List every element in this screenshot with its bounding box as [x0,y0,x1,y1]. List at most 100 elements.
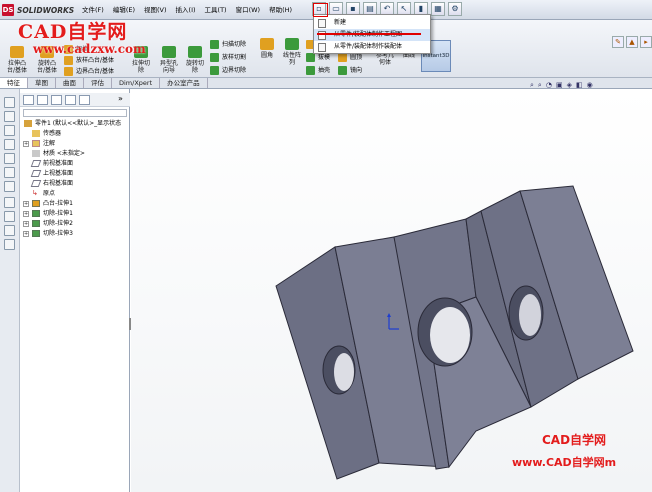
expand-toggle[interactable]: + [23,201,29,207]
plane-icon [30,170,42,177]
hole-wizard-button[interactable]: 异型孔 向导 [156,46,182,74]
feature-manager-tab-icon[interactable] [23,95,34,105]
sketch-icon[interactable] [4,111,15,122]
property-manager-tab-icon[interactable] [37,95,48,105]
shell-button[interactable]: 抽壳 [306,65,330,76]
loft-icon [64,56,73,65]
expand-toggle[interactable]: + [23,231,29,237]
expand-chevron-icon[interactable]: » [118,94,123,103]
linear-pattern-button[interactable]: 线性阵 列 [280,38,304,66]
tree-item-label: 注解 [43,140,56,147]
plane-icon [30,180,42,187]
left-hole-inner [334,353,354,391]
tree-item-label: 切除-拉伸1 [43,210,73,217]
expand-toggle[interactable]: + [23,211,29,217]
material-icon [32,150,40,157]
watermark-url: www.cadzxw.com [33,42,146,56]
center-hole-inner [430,307,470,363]
revolved-cut-icon [188,46,202,58]
view-orientation-icon[interactable]: ◈ [567,81,572,93]
zoom-area-icon[interactable]: ⌕ [538,81,542,93]
mirror-button[interactable]: 镜向 [338,65,362,76]
tab-dimxpert[interactable]: Dim/Xpert [112,78,161,88]
configuration-manager-tab-icon[interactable] [51,95,62,105]
highlight-underline [317,33,421,35]
tab-sketch[interactable]: 草图 [28,78,56,88]
dimxpert-manager-tab-icon[interactable] [65,95,76,105]
menu-item-new[interactable]: 新建 [314,17,430,29]
tab-evaluate[interactable]: 评估 [84,78,112,88]
options-gear-icon[interactable]: ⚙ [448,2,462,16]
expand-toggle[interactable]: + [23,221,29,227]
left-toolbar-strip [0,89,20,492]
arc-icon[interactable] [4,181,15,192]
circle-icon[interactable] [4,167,15,178]
tree-item-label: 上视基准面 [43,170,74,177]
boundary-boss-button[interactable]: 边界凸台/基体 [64,66,114,77]
shell-icon [306,66,315,75]
mirror-entities-icon[interactable] [4,225,15,236]
boundary-cut-icon [210,66,219,75]
menu-help[interactable]: 帮助(H) [269,4,292,17]
menu-item-label: 从零件/装配体制作装配体 [334,43,403,50]
button-label: 边界切除 [222,67,247,74]
previous-view-icon[interactable]: ◔ [546,81,552,93]
menu-window[interactable]: 窗口(W) [236,4,261,17]
tab-features[interactable]: 特征 [0,78,28,88]
highlight-box [313,3,328,17]
mirror-icon [338,66,347,75]
view-orientation-icon[interactable] [4,97,15,108]
lofted-cut-button[interactable]: 放样切割 [210,52,246,63]
heads-up-view-toolbar: ⌕ ⌕ ◔ ▣ ◈ ◧ ◉ [530,81,597,93]
menu-edit[interactable]: 编辑(E) [113,4,135,17]
smart-dimension-icon[interactable] [4,125,15,136]
menu-insert[interactable]: 插入(I) [176,4,196,17]
draft-icon [306,53,315,62]
right-toolbar: ✎ ▲ ▸ [612,36,652,50]
boundary-cut-button[interactable]: 边界切除 [210,65,246,76]
display-manager-tab-icon[interactable] [79,95,90,105]
warning-icon[interactable]: ▲ [626,36,638,48]
tree-filter-input[interactable] [23,109,127,117]
display-style-icon[interactable]: ◧ [576,81,583,93]
line-icon[interactable] [4,139,15,150]
file-properties-icon[interactable]: ▦ [431,2,445,16]
spline-icon[interactable] [4,197,15,208]
trim-icon[interactable] [4,211,15,222]
button-label: 圆角 [260,52,273,59]
rectangle-icon[interactable] [4,153,15,164]
tree-item-label: 传感器 [43,130,62,137]
assembly-icon [318,43,326,52]
extruded-boss-button[interactable]: 拉伸凸 台/基体 [4,46,30,74]
menu-tools[interactable]: 工具(T) [205,4,227,17]
tree-item-label: 凸台-拉伸1 [43,200,73,207]
tab-office-products[interactable]: 办公室产品 [160,78,208,88]
tree-item-label: 前视基准面 [43,160,74,167]
menu-item-make-drawing[interactable]: 从零件/装配体制作工程图 [314,29,430,41]
fillet-button[interactable]: 圆角 [256,38,278,59]
watermark-bottom-title: CAD自学网 [542,433,607,447]
menu-view[interactable]: 视图(V) [144,4,167,17]
linear-pattern-icon [285,38,299,50]
swept-cut-button[interactable]: 扫描切除 [210,39,246,50]
section-view-icon[interactable]: ▣ [556,81,563,93]
fillet-icon [260,38,274,50]
hide-show-icon[interactable]: ◉ [587,81,593,93]
solidworks-logo[interactable]: DS SOLIDWORKS [2,3,78,17]
menu-file[interactable]: 文件(F) [82,4,104,17]
button-label: 旋转凸 台/基体 [36,60,58,74]
button-label: 旋转切 除 [185,60,204,74]
tab-surfaces[interactable]: 曲面 [56,78,84,88]
tree-item-label: 切除-拉伸3 [43,230,73,237]
expand-toggle[interactable]: + [23,141,29,147]
relations-icon[interactable] [4,239,15,250]
button-label: 参考几 何体 [375,52,394,66]
revolved-cut-button[interactable]: 旋转切 除 [182,46,208,74]
zoom-to-fit-icon[interactable]: ⌕ [530,81,534,93]
pin-icon[interactable]: ✎ [612,36,624,48]
expand-icon[interactable]: ▸ [640,36,652,48]
button-label: 线性阵 列 [282,52,301,66]
loft-boss-button[interactable]: 放样凸台/基体 [64,55,114,66]
menu-item-make-assembly[interactable]: 从零件/装配体制作装配体 [314,41,430,53]
ds-logo-icon: DS [2,4,14,16]
